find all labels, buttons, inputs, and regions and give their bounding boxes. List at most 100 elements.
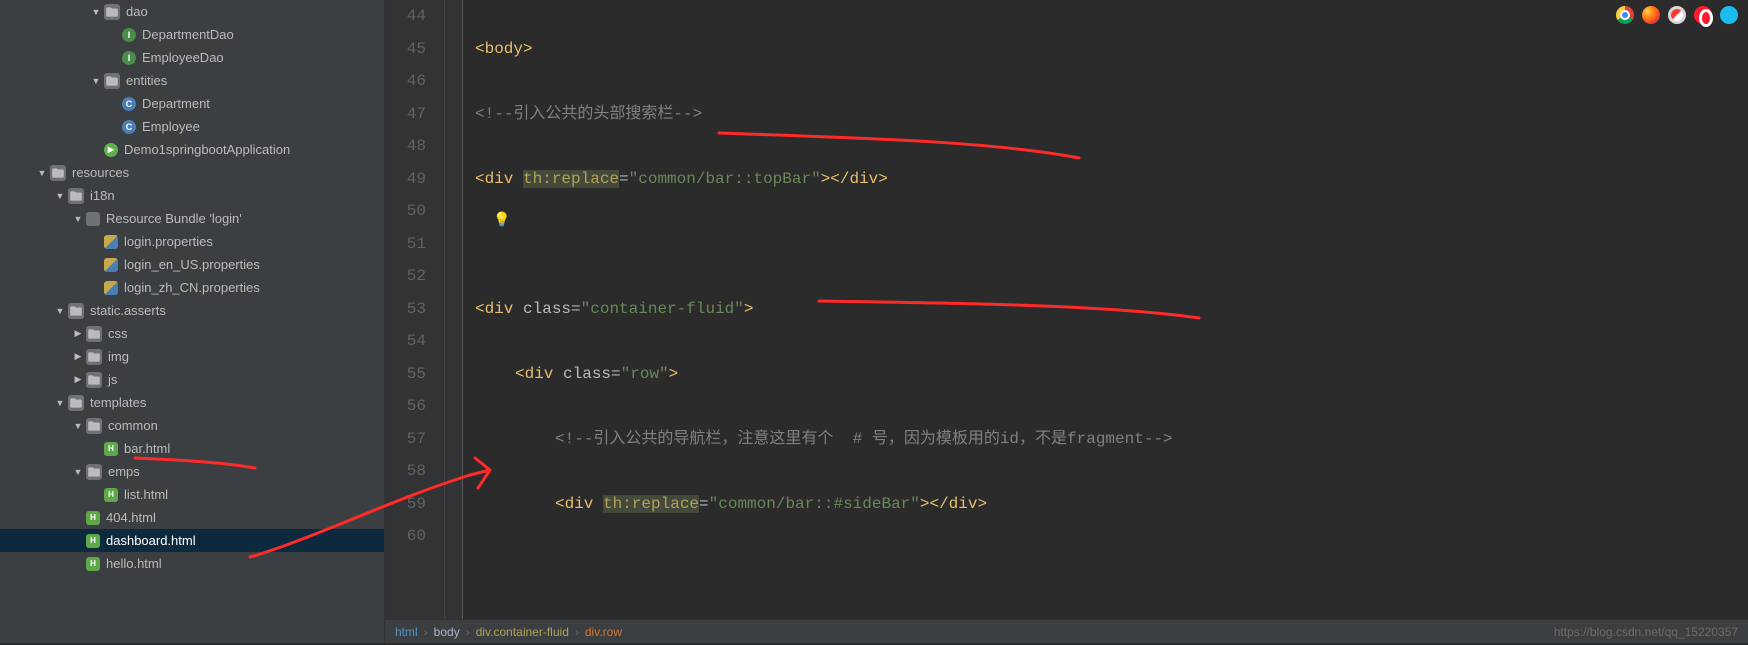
code-token: = [611, 365, 621, 383]
tree-item-label: common [106, 418, 158, 433]
tree-item[interactable]: ▼ templates [0, 391, 384, 414]
code-token: = [619, 170, 629, 188]
line-number: 56 [385, 390, 426, 423]
tree-item-label: css [106, 326, 128, 341]
tree-item[interactable]: ▶H404.html [0, 506, 384, 529]
tree-arrow-icon[interactable]: ▼ [90, 76, 102, 86]
tree-item[interactable]: ▶IEmployeeDao [0, 46, 384, 69]
folder-icon [68, 188, 84, 204]
code-token: <body> [475, 40, 533, 58]
breadcrumb-item[interactable]: body [434, 625, 460, 639]
line-gutter: 4445464748495051525354555657585960 [385, 0, 445, 619]
tree-arrow-icon[interactable]: ▼ [72, 214, 84, 224]
project-tree-panel: ▼dao▶IDepartmentDao▶IEmployeeDao▼entitie… [0, 0, 385, 643]
code-token: th:replace [603, 495, 699, 513]
line-number: 51 [385, 228, 426, 261]
tree-item[interactable]: ▼emps [0, 460, 384, 483]
folder-icon [104, 73, 120, 89]
tree-item[interactable]: ▼dao [0, 0, 384, 23]
line-number: 53 [385, 293, 426, 326]
tree-item[interactable]: ▶▶Demo1springbootApplication [0, 138, 384, 161]
html-icon: H [86, 557, 100, 571]
tree-item[interactable]: ▶ js [0, 368, 384, 391]
tree-item[interactable]: ▶CDepartment [0, 92, 384, 115]
folder-icon [86, 349, 102, 365]
tree-item[interactable]: ▶Hbar.html [0, 437, 384, 460]
html-icon: H [104, 488, 118, 502]
props-icon [104, 281, 118, 295]
safari-icon[interactable] [1668, 6, 1686, 24]
breadcrumb-item[interactable]: div.row [585, 625, 622, 639]
tree-arrow-icon[interactable]: ▼ [54, 191, 66, 201]
tree-item-label: list.html [122, 487, 168, 502]
tree-item[interactable]: ▼resources [0, 161, 384, 184]
line-number: 45 [385, 33, 426, 66]
tree-arrow-icon[interactable]: ▼ [54, 398, 66, 408]
tree-item-label: js [106, 372, 117, 387]
code-content[interactable]: <body> <!--引入公共的头部搜索栏--> <div th:replace… [463, 0, 1748, 619]
tree-item[interactable]: ▶Hhello.html [0, 552, 384, 575]
tree-item[interactable]: ▶CEmployee [0, 115, 384, 138]
tree-item[interactable]: ▶login_zh_CN.properties [0, 276, 384, 299]
folder-icon [104, 4, 120, 20]
tree-item[interactable]: ▼entities [0, 69, 384, 92]
code-token: <div [475, 170, 523, 188]
watermark-text: https://blog.csdn.net/qq_15220357 [1554, 625, 1738, 639]
boot-icon: ▶ [104, 143, 118, 157]
tree-item-label: login.properties [122, 234, 213, 249]
code-token: <div [515, 365, 563, 383]
opera-icon[interactable] [1694, 6, 1712, 24]
firefox-icon[interactable] [1642, 6, 1660, 24]
code-token: "common/bar::topBar" [629, 170, 821, 188]
props-icon [104, 235, 118, 249]
ie-icon[interactable] [1720, 6, 1738, 24]
tree-arrow-icon[interactable]: ▼ [54, 306, 66, 316]
tree-item[interactable]: ▶img [0, 345, 384, 368]
folder-icon [86, 372, 102, 388]
tree-item-label: templates [88, 395, 146, 410]
tree-arrow-icon[interactable]: ▼ [72, 421, 84, 431]
tree-item[interactable]: ▼ common [0, 414, 384, 437]
tree-item[interactable]: ▼static.asserts [0, 299, 384, 322]
code-token: class [563, 365, 611, 383]
tree-arrow-icon[interactable]: ▶ [72, 351, 84, 362]
folder-icon [50, 165, 66, 181]
tree-item[interactable]: ▶IDepartmentDao [0, 23, 384, 46]
code-token: "common/bar::#sideBar" [709, 495, 920, 513]
class-icon: C [122, 120, 136, 134]
folder-icon [68, 395, 84, 411]
code-token: <div [555, 495, 603, 513]
breadcrumb-item[interactable]: div.container-fluid [476, 625, 569, 639]
tree-item[interactable]: ▼i18n [0, 184, 384, 207]
tree-arrow-icon[interactable]: ▼ [90, 7, 102, 17]
fold-strip[interactable]: 💡 [445, 0, 463, 619]
tree-item[interactable]: ▼Resource Bundle 'login' [0, 207, 384, 230]
chrome-icon[interactable] [1616, 6, 1634, 24]
project-tree[interactable]: ▼dao▶IDepartmentDao▶IEmployeeDao▼entitie… [0, 0, 384, 575]
folder-icon [86, 418, 102, 434]
tree-item[interactable]: ▶Hdashboard.html [0, 529, 384, 552]
line-number: 46 [385, 65, 426, 98]
tree-arrow-icon[interactable]: ▶ [72, 374, 84, 385]
tree-item[interactable]: ▶ css [0, 322, 384, 345]
chevron-right-icon: › [466, 625, 470, 639]
line-number: 47 [385, 98, 426, 131]
tree-arrow-icon[interactable]: ▶ [72, 328, 84, 339]
folder-icon [68, 303, 84, 319]
tree-arrow-icon[interactable]: ▼ [36, 168, 48, 178]
tree-item[interactable]: ▶login.properties [0, 230, 384, 253]
tree-item-label: EmployeeDao [140, 50, 224, 65]
code-area[interactable]: 4445464748495051525354555657585960 💡 <bo… [385, 0, 1748, 619]
tree-arrow-icon[interactable]: ▼ [72, 467, 84, 477]
html-icon: H [86, 534, 100, 548]
class-icon: C [122, 97, 136, 111]
breadcrumb[interactable]: html › body › div.container-fluid › div.… [395, 625, 622, 639]
line-number: 52 [385, 260, 426, 293]
html-icon: H [104, 442, 118, 456]
tree-item[interactable]: ▶login_en_US.properties [0, 253, 384, 276]
code-token: ></div> [920, 495, 987, 513]
tree-item-label: login_en_US.properties [122, 257, 260, 272]
breadcrumb-item[interactable]: html [395, 625, 418, 639]
tree-item-label: DepartmentDao [140, 27, 234, 42]
tree-item[interactable]: ▶Hlist.html [0, 483, 384, 506]
